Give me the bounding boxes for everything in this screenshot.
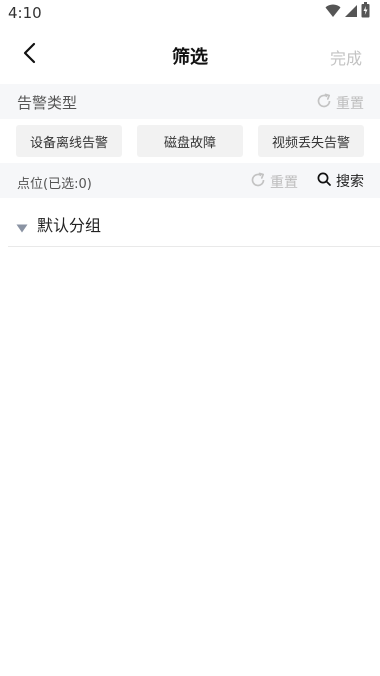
reset-label: 重置 bbox=[336, 96, 364, 112]
points-reset-button[interactable]: 重置 bbox=[250, 172, 298, 192]
search-label: 搜索 bbox=[336, 174, 364, 190]
group-label: 默认分组 bbox=[37, 216, 102, 235]
nav-bar: 筛选 完成 bbox=[0, 28, 380, 82]
wifi-icon bbox=[325, 3, 341, 22]
group-row-default[interactable]: 默认分组 bbox=[8, 198, 380, 247]
alarm-type-chip-device-offline[interactable]: 设备离线告警 bbox=[16, 125, 122, 157]
alarm-type-title: 告警类型 bbox=[17, 94, 78, 112]
page-title: 筛选 bbox=[172, 47, 208, 68]
points-selected-count: (已选:0) bbox=[43, 177, 92, 192]
alarm-type-chip-disk-failure[interactable]: 磁盘故障 bbox=[137, 125, 243, 157]
alarm-type-chip-video-loss[interactable]: 视频丢失告警 bbox=[258, 125, 364, 157]
points-title: 点位(已选:0) bbox=[17, 173, 92, 192]
refresh-icon bbox=[316, 93, 332, 113]
alarm-type-reset-button[interactable]: 重置 bbox=[316, 93, 364, 113]
triangle-down-icon bbox=[16, 218, 28, 237]
done-button[interactable]: 完成 bbox=[330, 45, 362, 69]
points-header: 点位(已选:0) 重置 搜索 bbox=[0, 163, 380, 198]
search-icon bbox=[317, 172, 331, 190]
refresh-icon bbox=[250, 172, 266, 192]
alarm-type-header: 告警类型 重置 bbox=[0, 84, 380, 119]
reset-label: 重置 bbox=[270, 175, 298, 191]
points-title-text: 点位 bbox=[17, 177, 44, 192]
status-time: 4:10 bbox=[8, 4, 42, 22]
battery-icon bbox=[361, 2, 370, 22]
status-icons bbox=[325, 2, 370, 22]
search-button[interactable]: 搜索 bbox=[317, 171, 364, 191]
cellular-signal-icon bbox=[344, 3, 358, 22]
alarm-type-options: 设备离线告警 磁盘故障 视频丢失告警 bbox=[0, 119, 380, 163]
status-bar: 4:10 bbox=[0, 0, 380, 28]
